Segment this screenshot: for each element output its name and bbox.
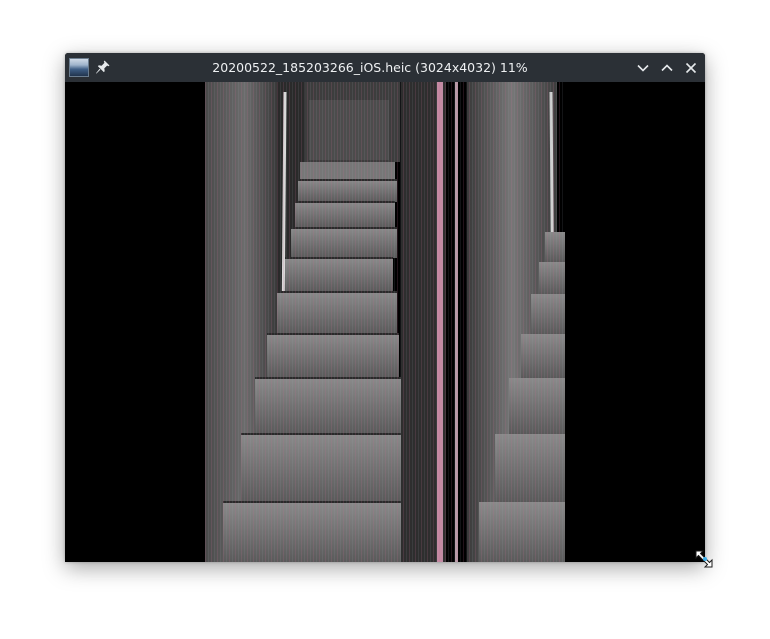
staircase-image [205,82,565,562]
chevron-up-icon [661,64,673,72]
window-titlebar[interactable]: 20200522_185203266_iOS.heic (3024x4032) … [65,53,705,82]
minimize-button[interactable] [634,59,652,77]
chevron-down-icon [637,64,649,72]
image-viewer-window: 20200522_185203266_iOS.heic (3024x4032) … [65,53,705,562]
window-title: 20200522_185203266_iOS.heic (3024x4032) … [212,60,528,75]
pin-icon[interactable] [95,59,111,75]
app-thumbnail-icon[interactable] [69,58,89,77]
resize-diagonal-cursor-icon [694,549,714,569]
close-button[interactable] [682,59,700,77]
maximize-button[interactable] [658,59,676,77]
close-icon [685,62,697,74]
staircase-photo[interactable] [205,82,565,562]
image-canvas[interactable] [65,82,705,562]
